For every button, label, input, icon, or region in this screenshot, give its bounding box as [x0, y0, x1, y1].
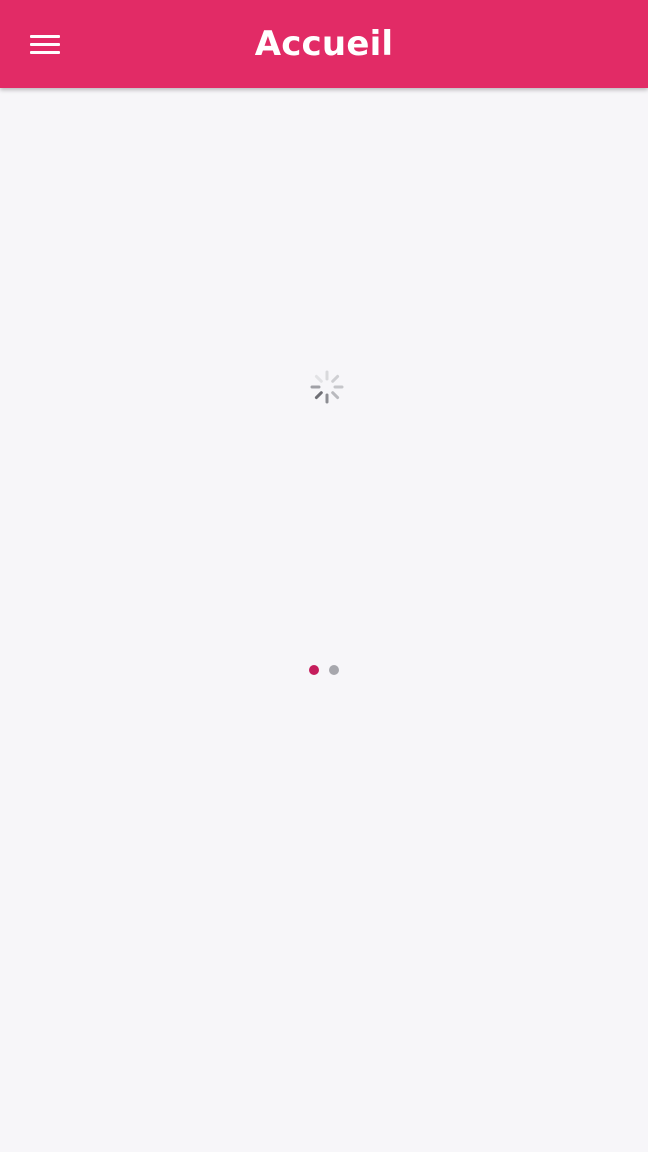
page-indicator	[0, 665, 648, 675]
main-content	[0, 88, 648, 1152]
app-screen: Accueil	[0, 0, 648, 1152]
top-app-bar: Accueil	[0, 0, 648, 88]
page-dot-2[interactable]	[329, 665, 339, 675]
page-dot-1[interactable]	[309, 665, 319, 675]
page-title: Accueil	[254, 24, 394, 64]
loading-spinner-icon	[310, 370, 344, 404]
